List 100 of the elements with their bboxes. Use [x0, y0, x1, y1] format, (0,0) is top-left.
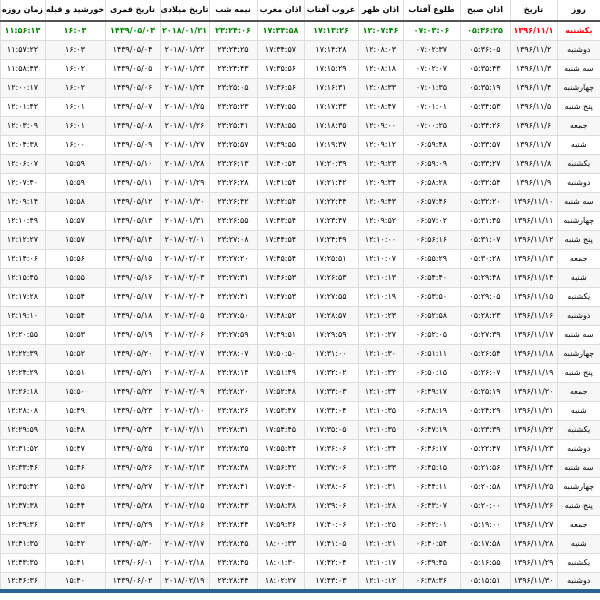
table-cell: ۱۲:۱۰:۲۸	[358, 496, 403, 515]
table-cell: ۲۳:۲۶:۵۵	[209, 211, 257, 230]
table-cell: ۱۷:۴۰:۵۴	[257, 154, 304, 173]
table-cell: ۱۲:۱۰:۳۵	[358, 420, 403, 439]
column-header: تاریخ میلادی	[160, 0, 209, 21]
table-cell: ۱۲:۰۳:۰۹	[0, 116, 45, 135]
table-cell: ۱۶:۰۳	[45, 21, 105, 40]
table-cell: ۱۳۹۶/۱۱/۱	[510, 21, 557, 40]
table-cell: ۲۳:۲۸:۴۵	[209, 534, 257, 553]
table-cell: ۱۴۳۹/۰۵/۰۸	[105, 116, 160, 135]
table-cell: سه شنبه	[557, 458, 600, 477]
table-cell: ۱۸:۰۰:۳۳	[257, 534, 304, 553]
table-cell: ۰۵:۱۶:۵۵	[460, 553, 510, 572]
table-cell: ۲۰۱۸/۰۱/۲۹	[160, 173, 209, 192]
table-cell: ۲۳:۲۵:۴۱	[209, 116, 257, 135]
table-cell: ۰۵:۲۲:۴۷	[460, 439, 510, 458]
table-cell: ۱۲:۱۴:۰۶	[0, 249, 45, 268]
table-cell: ۰۵:۲۰:۰۰	[460, 496, 510, 515]
table-cell: ۱۳۹۶/۱۱/۳۰	[510, 572, 557, 591]
table-cell: دوشنبه	[557, 439, 600, 458]
table-cell: ۱۷:۴۳:۵۴	[257, 211, 304, 230]
table-cell: ۱۳۹۶/۱۱/۱۹	[510, 363, 557, 382]
table-cell: ۱۴۳۹/۰۵/۲۴	[105, 420, 160, 439]
table-cell: ۱۳۹۶/۱۱/۲۲	[510, 420, 557, 439]
table-cell: ۲۰۱۸/۰۲/۱۰	[160, 401, 209, 420]
table-cell: ۲۰۱۸/۰۲/۰۵	[160, 306, 209, 325]
table-cell: یکشنبه	[557, 420, 600, 439]
table-cell: ۱۲:۰۸:۴۷	[358, 97, 403, 116]
table-cell: ۱۳۹۶/۱۱/۲۶	[510, 496, 557, 515]
table-cell: ۱۲:۰۸:۱۸	[358, 59, 403, 78]
table-cell: ۱۲:۱۰:۲۱	[358, 534, 403, 553]
table-cell: چهارشنبه	[557, 344, 600, 363]
table-cell: ۱۴۳۹/۰۵/۱۶	[105, 268, 160, 287]
table-cell: ۱۳۹۶/۱۱/۶	[510, 116, 557, 135]
table-cell: ۱۷:۴۹:۵۱	[257, 325, 304, 344]
table-cell: ۲۳:۲۶:۱۳	[209, 154, 257, 173]
table-cell: ۱۷:۴۶:۵۳	[257, 268, 304, 287]
table-cell: ۱۲:۱۰:۰۰	[358, 230, 403, 249]
column-header: خورشید و قبله	[45, 0, 105, 21]
table-cell: ۱۲:۰۶:۰۷	[0, 154, 45, 173]
column-header: تاریخ	[510, 0, 557, 21]
table-cell: ۱۷:۲۵:۵۱	[304, 249, 358, 268]
table-cell: ۰۵:۲۶:۰۷	[460, 363, 510, 382]
table-cell: سه شنبه	[557, 192, 600, 211]
table-cell: ۱۶:۰۳	[45, 40, 105, 59]
table-cell: پنج شنبه	[557, 97, 600, 116]
table-cell: ۱۲:۰۸:۳۳	[358, 78, 403, 97]
table-cell: ۱۷:۵۱:۴۹	[257, 363, 304, 382]
table-cell: پنج شنبه	[557, 496, 600, 515]
table-cell: ۰۶:۴۳:۰۷	[403, 496, 460, 515]
table-cell: ۱۷:۵۶:۴۲	[257, 458, 304, 477]
table-cell: ۰۷:۰۱:۳۵	[403, 78, 460, 97]
table-cell: ۲۳:۲۵:۲۳	[209, 97, 257, 116]
table-cell: جمعه	[557, 515, 600, 534]
table-cell: ۰۵:۲۷:۳۹	[460, 325, 510, 344]
table-cell: ۱۳۹۶/۱۱/۱۰	[510, 192, 557, 211]
table-cell: ۰۶:۵۲:۵۸	[403, 306, 460, 325]
table-cell: ۱۷:۲۲:۴۴	[304, 192, 358, 211]
table-cell: ۱۴۳۹/۰۵/۱۸	[105, 306, 160, 325]
table-cell: ۱۷:۵۰:۵۰	[257, 344, 304, 363]
table-cell: ۱۷:۵۷:۴۰	[257, 477, 304, 496]
table-cell: ۱۲:۱۰:۳۴	[358, 439, 403, 458]
table-cell: ۰۵:۲۶:۵۴	[460, 344, 510, 363]
table-cell: ۰۶:۵۶:۱۶	[403, 230, 460, 249]
table-cell: ۱۲:۱۰:۱۳	[358, 268, 403, 287]
table-cell: ۲۳:۲۸:۲۶	[209, 401, 257, 420]
table-cell: ۱۷:۵۸:۳۸	[257, 496, 304, 515]
table-cell: ۰۵:۲۹:۴۸	[460, 268, 510, 287]
table-cell: یکشنبه	[557, 287, 600, 306]
table-cell: ۱۲:۴۱:۳۵	[0, 534, 45, 553]
table-cell: ۱۳۹۶/۱۱/۲۸	[510, 534, 557, 553]
table-cell: یکشنبه	[557, 21, 600, 40]
table-cell: ۱۲:۳۹:۳۶	[0, 515, 45, 534]
table-cell: ۱۲:۱۰:۳۵	[358, 401, 403, 420]
table-cell: ۱۴۳۹/۰۵/۰۵	[105, 59, 160, 78]
table-cell: ۲۰۱۸/۰۱/۳۰	[160, 192, 209, 211]
table-cell: ۱۴۳۹/۰۵/۱۹	[105, 325, 160, 344]
table-cell: ۱۴۳۹/۰۵/۰۴	[105, 40, 160, 59]
table-cell: ۱۵:۴۸	[45, 420, 105, 439]
table-cell: ۰۶:۴۸:۱۹	[403, 401, 460, 420]
table-cell: ۱۸:۰۲:۲۷	[257, 572, 304, 591]
table-cell: ۱۵:۴۳	[45, 515, 105, 534]
table-cell: ۱۲:۳۷:۳۸	[0, 496, 45, 515]
table-cell: ۱۷:۳۸:۵۵	[257, 116, 304, 135]
table-cell: پنج شنبه	[557, 363, 600, 382]
table-cell: جمعه	[557, 249, 600, 268]
table-cell: ۱۷:۵۲:۴۸	[257, 382, 304, 401]
table-cell: ۰۶:۵۷:۰۲	[403, 211, 460, 230]
table-cell: ۱۶:۰۱	[45, 116, 105, 135]
table-cell: ۰۶:۴۲:۰۱	[403, 515, 460, 534]
table-cell: ۲۳:۲۷:۳۱	[209, 268, 257, 287]
table-cell: ۲۳:۲۸:۴۱	[209, 477, 257, 496]
table-cell: ۲۳:۲۸:۳۱	[209, 420, 257, 439]
table-cell: ۱۵:۵۱	[45, 363, 105, 382]
table-cell: ۲۰۱۸/۰۲/۰۹	[160, 382, 209, 401]
column-header: طلوع آفتاب	[403, 0, 460, 21]
table-cell: ۱۷:۱۶:۳۱	[304, 78, 358, 97]
table-cell: ۲۳:۲۷:۲۰	[209, 249, 257, 268]
table-cell: ۲۰۱۸/۰۲/۰۳	[160, 268, 209, 287]
table-cell: ۰۵:۱۵:۵۱	[460, 572, 510, 591]
